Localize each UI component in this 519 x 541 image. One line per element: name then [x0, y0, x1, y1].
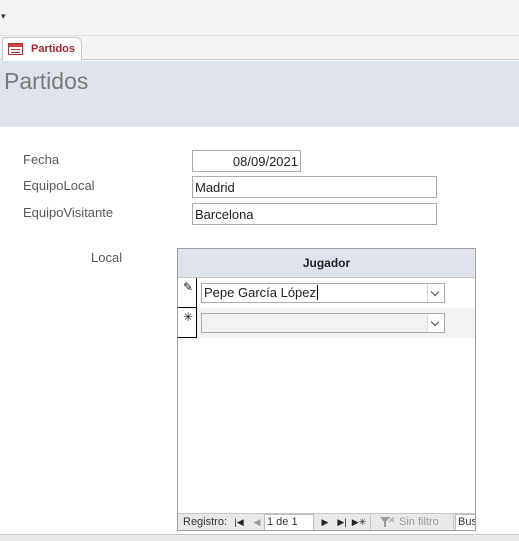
- chevron-down-icon[interactable]: [427, 284, 444, 302]
- subform-navigation-bar: Registro: |◀ ◀ 1 de 1 ▶ ▶| ▶✳ ✕ Sin filt…: [178, 513, 475, 530]
- asterisk-icon: ✳: [183, 310, 194, 324]
- access-window: ▾ Partidos Partidos Fecha 08/09/2021 Equ…: [0, 0, 519, 541]
- jugador-value: Pepe García López: [204, 285, 317, 300]
- table-row-new: ✳: [178, 308, 475, 338]
- record-label: Registro:: [183, 516, 228, 528]
- fecha-label: Fecha: [23, 152, 60, 167]
- tab-partidos[interactable]: Partidos: [2, 37, 82, 61]
- jugador-column-header[interactable]: Jugador: [178, 249, 475, 278]
- equipo-local-field[interactable]: Madrid: [192, 176, 437, 198]
- filter-button[interactable]: Sin filtro: [399, 516, 439, 528]
- form-icon: [8, 43, 23, 55]
- filter-off-icon: ✕: [388, 515, 396, 525]
- equipo-visitante-label: EquipoVisitante: [23, 205, 114, 220]
- column-header-label: Jugador: [302, 256, 351, 270]
- chevron-down-icon[interactable]: [427, 314, 444, 332]
- new-record-selector[interactable]: ✳: [178, 308, 197, 338]
- page-title: Partidos: [4, 68, 89, 94]
- quick-access-toolbar: ▾: [0, 0, 519, 36]
- jugador-combo-new[interactable]: [201, 313, 445, 333]
- equipo-visitante-field[interactable]: Barcelona: [192, 203, 437, 225]
- document-tab-strip: Partidos: [0, 36, 519, 61]
- customize-toolbar-dropdown-icon[interactable]: ▾: [1, 11, 6, 22]
- next-record-icon[interactable]: ▶: [319, 515, 331, 530]
- main-navigation-bar: [0, 534, 519, 541]
- record-position-input[interactable]: 1 de 1: [264, 514, 314, 530]
- local-subform-label: Local: [91, 250, 123, 265]
- new-record-icon[interactable]: ▶✳: [351, 515, 367, 530]
- first-record-icon[interactable]: |◀: [233, 515, 245, 530]
- nav-divider: [453, 515, 454, 530]
- search-input[interactable]: Bus: [455, 514, 475, 530]
- text-cursor: [317, 285, 319, 300]
- jugador-combo[interactable]: Pepe García López: [201, 283, 445, 303]
- nav-divider: [370, 515, 371, 530]
- table-row: ✎ Pepe García López: [178, 278, 475, 308]
- local-subform: Jugador ✎ Pepe García López ✳ Registro: …: [177, 248, 476, 531]
- equipo-local-label: EquipoLocal: [23, 178, 95, 193]
- tab-label: Partidos: [31, 43, 76, 55]
- pencil-icon: ✎: [183, 280, 194, 294]
- fecha-field[interactable]: 08/09/2021: [192, 150, 301, 172]
- previous-record-icon[interactable]: ◀: [251, 515, 263, 530]
- form-header: Partidos: [0, 61, 519, 127]
- last-record-icon[interactable]: ▶|: [336, 515, 348, 530]
- record-selector[interactable]: ✎: [178, 278, 197, 308]
